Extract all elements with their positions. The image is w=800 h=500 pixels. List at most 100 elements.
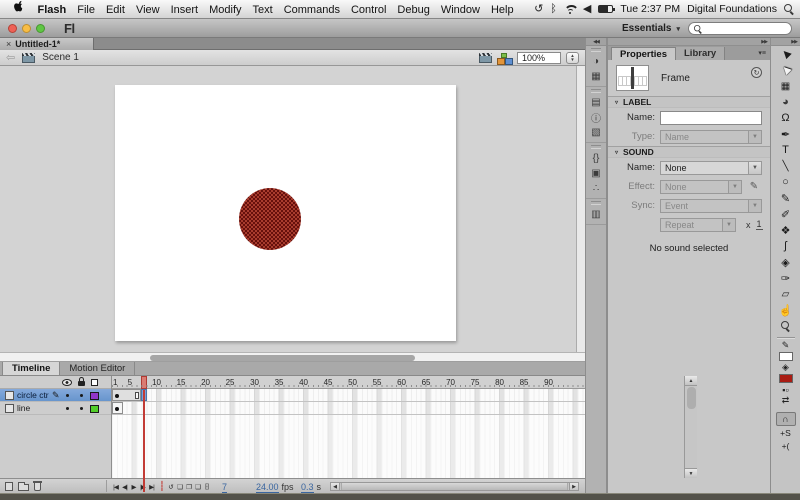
spotlight-icon[interactable] bbox=[784, 4, 794, 14]
minimize-window-button[interactable] bbox=[22, 23, 31, 33]
current-frame-value[interactable]: 7 bbox=[222, 482, 228, 493]
smooth-button[interactable]: +S bbox=[780, 426, 791, 439]
show-hide-all-layers-icon[interactable] bbox=[62, 379, 72, 386]
stage-canvas[interactable] bbox=[115, 85, 456, 341]
edit-sound-envelope-button[interactable]: ✎ bbox=[746, 180, 762, 194]
frame-rate-value[interactable]: 24.00 fps bbox=[256, 482, 294, 493]
loop-button[interactable]: ↺ bbox=[166, 480, 175, 493]
tab-library[interactable]: Library bbox=[676, 47, 726, 60]
hand-tool[interactable]: ☝ bbox=[775, 302, 797, 318]
time-number[interactable]: 0.3 bbox=[301, 482, 314, 493]
stage-horizontal-scrollbar[interactable] bbox=[0, 352, 585, 362]
menu-view[interactable]: View bbox=[130, 1, 165, 19]
apple-menu[interactable] bbox=[6, 0, 32, 18]
frame-span[interactable] bbox=[112, 389, 142, 401]
oval-tool[interactable]: ○ bbox=[775, 174, 797, 190]
live-help-icon[interactable]: ↻ bbox=[751, 67, 762, 78]
collapse-to-icons-button[interactable]: ▶▶ bbox=[608, 38, 770, 46]
frame-number[interactable]: 7 bbox=[222, 482, 228, 493]
fill-color-swatch[interactable] bbox=[778, 374, 793, 383]
frames-area[interactable]: 1 5 10 15 20 25 30 35 40 45 50 55 60 65 70 75 80 85 90 ▲ ▼ bbox=[112, 376, 697, 478]
fps-number[interactable]: 24.00 bbox=[256, 482, 279, 493]
layer-visible-dot[interactable] bbox=[66, 394, 69, 397]
repeat-count-value[interactable]: 1 bbox=[755, 219, 763, 230]
search-input[interactable] bbox=[688, 22, 792, 35]
battery-icon[interactable] bbox=[598, 5, 616, 13]
delete-layer-button[interactable] bbox=[33, 481, 42, 491]
scroll-up-icon[interactable]: ▲ bbox=[685, 376, 697, 386]
snap-to-objects-button[interactable]: ∩ bbox=[775, 412, 796, 426]
3d-rotation-tool[interactable]: ◕ bbox=[775, 94, 797, 110]
edit-scene-button[interactable] bbox=[479, 53, 492, 63]
close-tab-icon[interactable]: × bbox=[6, 39, 11, 49]
volume-icon[interactable]: ◀ bbox=[583, 3, 591, 15]
onion-skin-outlines-button[interactable]: ❐ bbox=[184, 480, 193, 493]
label-section-header[interactable]: ▿ LABEL bbox=[608, 96, 770, 108]
elapsed-time-value[interactable]: 0.3 s bbox=[301, 482, 321, 493]
layer-color-swatch-0[interactable] bbox=[90, 391, 99, 400]
new-folder-button[interactable] bbox=[18, 482, 29, 491]
empty-frames-area[interactable] bbox=[112, 415, 585, 478]
zoom-tool[interactable] bbox=[775, 318, 797, 334]
menu-edit[interactable]: Edit bbox=[100, 1, 130, 19]
selected-circle-shape[interactable] bbox=[239, 188, 301, 250]
menu-flash[interactable]: Flash bbox=[32, 1, 72, 19]
zoom-window-button[interactable] bbox=[36, 23, 45, 33]
disclosure-triangle-icon[interactable]: ▿ bbox=[615, 149, 618, 156]
sound-name-dropdown[interactable]: None ▼ bbox=[660, 160, 762, 175]
keyframe-cell[interactable] bbox=[112, 402, 123, 414]
go-to-first-frame-button[interactable]: |◀ bbox=[111, 480, 120, 493]
time-machine-icon[interactable]: ↺ bbox=[534, 3, 543, 15]
code-snippets-panel-icon[interactable]: {} bbox=[586, 151, 606, 166]
disclosure-triangle-icon[interactable]: ▿ bbox=[615, 99, 618, 106]
eraser-tool[interactable]: ▱ bbox=[775, 286, 797, 302]
motion-presets-panel-icon[interactable]: ∴ bbox=[586, 181, 606, 196]
sound-section-header[interactable]: ▿ SOUND bbox=[608, 146, 770, 158]
stage-zoom-input[interactable]: 100% bbox=[517, 52, 561, 64]
pen-tool[interactable]: ✒ bbox=[775, 126, 797, 142]
menu-help[interactable]: Help bbox=[485, 1, 519, 19]
pasteboard[interactable] bbox=[0, 66, 576, 352]
layer-name[interactable]: circle ctr bbox=[17, 390, 49, 400]
brush-tool[interactable]: ✐ bbox=[775, 206, 797, 222]
outline-all-layers-icon[interactable] bbox=[91, 379, 98, 386]
align-panel-icon[interactable]: ▤ bbox=[586, 95, 606, 110]
menu-account[interactable]: Digital Foundations bbox=[687, 3, 777, 15]
tab-motion-editor[interactable]: Motion Editor bbox=[60, 362, 136, 375]
menu-modify[interactable]: Modify bbox=[204, 1, 247, 19]
swatches-panel-icon[interactable]: ▦ bbox=[586, 69, 606, 84]
timeline-horizontal-scrollbar[interactable]: ◀ ▶ bbox=[330, 482, 579, 491]
edit-symbols-button[interactable] bbox=[497, 52, 513, 65]
bone-tool[interactable]: ʃ bbox=[775, 238, 797, 254]
back-arrow-icon[interactable]: ⇦ bbox=[6, 51, 15, 64]
line-tool[interactable]: ╲ bbox=[775, 158, 797, 174]
scroll-right-icon[interactable]: ▶ bbox=[569, 483, 578, 490]
menu-window[interactable]: Window bbox=[435, 1, 485, 19]
menu-insert[interactable]: Insert bbox=[165, 1, 204, 19]
frame-ruler[interactable]: 1 5 10 15 20 25 30 35 40 45 50 55 60 65 70 75 80 85 90 bbox=[112, 376, 585, 389]
menu-file[interactable]: File bbox=[72, 1, 101, 19]
menu-commands[interactable]: Commands bbox=[278, 1, 345, 19]
edit-multiple-frames-button[interactable]: ❑ bbox=[193, 480, 202, 493]
layer-name[interactable]: line bbox=[17, 403, 30, 413]
timeline-vertical-scrollbar[interactable]: ▲ ▼ bbox=[684, 376, 697, 478]
scroll-left-icon[interactable]: ◀ bbox=[331, 483, 340, 490]
scrollbar-thumb[interactable] bbox=[341, 483, 568, 490]
layer-row-circle-ctr[interactable]: circle ctr ✎ bbox=[0, 389, 111, 402]
stepper-down-icon[interactable]: ▼ bbox=[570, 57, 574, 63]
onion-skin-button[interactable]: ❏ bbox=[175, 480, 184, 493]
layer-color-swatch-1[interactable] bbox=[90, 404, 99, 413]
info-panel-icon[interactable]: ⓘ bbox=[586, 110, 606, 125]
workspace-switcher[interactable]: Essentials ▾ bbox=[622, 22, 680, 35]
zoom-stepper[interactable]: ▲ ▼ bbox=[566, 52, 579, 64]
frames-row-line[interactable] bbox=[112, 402, 585, 415]
document-tab[interactable]: × Untitled-1* bbox=[0, 38, 94, 50]
modify-markers-button[interactable]: [·] bbox=[202, 480, 211, 493]
play-button[interactable]: ▶ bbox=[129, 480, 138, 493]
frames-row-circle-ctr[interactable] bbox=[112, 389, 585, 402]
center-frame-button[interactable]: ┆ bbox=[157, 480, 166, 493]
menu-debug[interactable]: Debug bbox=[392, 1, 435, 19]
pencil-tool[interactable]: ✎ bbox=[775, 190, 797, 206]
swap-colors-button[interactable]: ⇄ bbox=[782, 395, 790, 406]
close-window-button[interactable] bbox=[8, 23, 17, 33]
